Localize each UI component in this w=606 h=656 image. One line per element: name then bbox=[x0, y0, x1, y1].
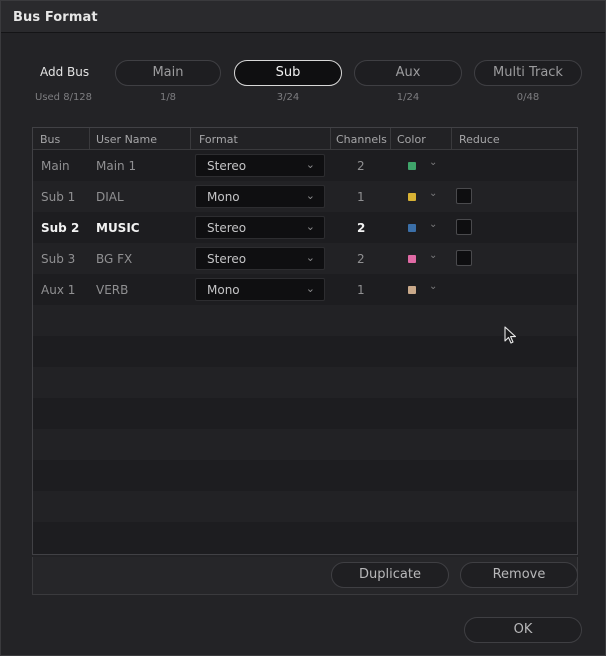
empty-row bbox=[33, 522, 577, 553]
bus-cell: Sub 3 bbox=[41, 252, 76, 266]
sub-bus-count: 3/24 bbox=[276, 92, 300, 103]
chevron-down-icon[interactable]: ⌄ bbox=[429, 281, 437, 292]
table-row[interactable]: Main Main 1 Stereo ⌄ 2 ⌄ bbox=[33, 150, 577, 181]
table-footer: Duplicate Remove bbox=[32, 557, 578, 595]
bus-format-dialog: Bus Format Add Bus Used 8/128 Main Sub A… bbox=[0, 0, 606, 656]
reduce-checkbox[interactable] bbox=[456, 219, 472, 235]
ok-button[interactable]: OK bbox=[464, 617, 582, 643]
column-header-format[interactable]: Format bbox=[199, 133, 238, 146]
color-swatch[interactable] bbox=[408, 193, 416, 201]
title-bar[interactable]: Bus Format bbox=[1, 1, 605, 33]
add-aux-bus-button[interactable]: Aux bbox=[354, 60, 462, 86]
remove-button[interactable]: Remove bbox=[460, 562, 578, 588]
chevron-down-icon[interactable]: ⌄ bbox=[429, 188, 437, 199]
column-header-bus[interactable]: Bus bbox=[40, 133, 60, 146]
dialog-title: Bus Format bbox=[13, 10, 98, 25]
reduce-checkbox[interactable] bbox=[456, 188, 472, 204]
column-header-color[interactable]: Color bbox=[397, 133, 426, 146]
format-dropdown[interactable]: Stereo ⌄ bbox=[195, 216, 325, 239]
table-row-selected[interactable]: Sub 2 MUSIC Stereo ⌄ 2 ⌄ bbox=[33, 212, 577, 243]
reduce-checkbox[interactable] bbox=[456, 250, 472, 266]
bus-cell: Sub 2 bbox=[41, 221, 80, 235]
add-multitrack-bus-button[interactable]: Multi Track bbox=[474, 60, 582, 86]
user-name-cell[interactable]: DIAL bbox=[96, 190, 124, 204]
empty-row bbox=[33, 429, 577, 460]
bus-cell: Main bbox=[41, 159, 70, 173]
add-bus-label: Add Bus bbox=[40, 65, 90, 79]
chevron-down-icon: ⌄ bbox=[305, 282, 315, 295]
add-sub-bus-button[interactable]: Sub bbox=[234, 60, 342, 86]
channels-cell: 2 bbox=[357, 221, 366, 235]
add-main-bus-button[interactable]: Main bbox=[115, 60, 221, 86]
bus-cell: Aux 1 bbox=[41, 283, 76, 297]
chevron-down-icon: ⌄ bbox=[305, 189, 315, 202]
format-value: Stereo bbox=[207, 221, 247, 235]
duplicate-button[interactable]: Duplicate bbox=[331, 562, 449, 588]
chevron-down-icon: ⌄ bbox=[305, 251, 315, 264]
mouse-pointer-icon bbox=[504, 326, 517, 344]
color-swatch[interactable] bbox=[408, 286, 416, 294]
table-header: Bus User Name Format Channels Color Redu… bbox=[33, 128, 577, 150]
empty-row bbox=[33, 367, 577, 398]
bus-table: Bus User Name Format Channels Color Redu… bbox=[32, 127, 578, 555]
aux-bus-count: 1/24 bbox=[396, 92, 420, 103]
used-count: Used 8/128 bbox=[35, 92, 93, 103]
empty-row bbox=[33, 305, 577, 336]
format-dropdown[interactable]: Mono ⌄ bbox=[195, 278, 325, 301]
chevron-down-icon[interactable]: ⌄ bbox=[429, 157, 437, 168]
channels-cell: 2 bbox=[357, 159, 365, 173]
empty-row bbox=[33, 460, 577, 491]
color-swatch[interactable] bbox=[408, 224, 416, 232]
multitrack-bus-count: 0/48 bbox=[516, 92, 540, 103]
chevron-down-icon: ⌄ bbox=[305, 158, 315, 171]
chevron-down-icon: ⌄ bbox=[305, 220, 315, 233]
chevron-down-icon[interactable]: ⌄ bbox=[429, 250, 437, 261]
empty-row bbox=[33, 398, 577, 429]
user-name-cell[interactable]: BG FX bbox=[96, 252, 132, 266]
color-swatch[interactable] bbox=[408, 255, 416, 263]
format-value: Stereo bbox=[207, 252, 247, 266]
format-value: Mono bbox=[207, 190, 240, 204]
color-swatch[interactable] bbox=[408, 162, 416, 170]
column-header-reduce[interactable]: Reduce bbox=[459, 133, 500, 146]
channels-cell: 1 bbox=[357, 190, 365, 204]
table-row[interactable]: Sub 3 BG FX Stereo ⌄ 2 ⌄ bbox=[33, 243, 577, 274]
column-header-user-name[interactable]: User Name bbox=[96, 133, 157, 146]
empty-row bbox=[33, 491, 577, 522]
table-row[interactable]: Sub 1 DIAL Mono ⌄ 1 ⌄ bbox=[33, 181, 577, 212]
user-name-cell[interactable]: MUSIC bbox=[96, 221, 140, 235]
chevron-down-icon[interactable]: ⌄ bbox=[429, 219, 437, 230]
main-bus-count: 1/8 bbox=[159, 92, 177, 103]
user-name-cell[interactable]: VERB bbox=[96, 283, 128, 297]
user-name-cell[interactable]: Main 1 bbox=[96, 159, 136, 173]
format-dropdown[interactable]: Stereo ⌄ bbox=[195, 247, 325, 270]
table-row[interactable]: Aux 1 VERB Mono ⌄ 1 ⌄ bbox=[33, 274, 577, 305]
format-dropdown[interactable]: Mono ⌄ bbox=[195, 185, 325, 208]
empty-row bbox=[33, 336, 577, 367]
format-dropdown[interactable]: Stereo ⌄ bbox=[195, 154, 325, 177]
format-value: Mono bbox=[207, 283, 240, 297]
channels-cell: 1 bbox=[357, 283, 365, 297]
channels-cell: 2 bbox=[357, 252, 365, 266]
bus-cell: Sub 1 bbox=[41, 190, 76, 204]
format-value: Stereo bbox=[207, 159, 247, 173]
column-header-channels[interactable]: Channels bbox=[336, 133, 387, 146]
